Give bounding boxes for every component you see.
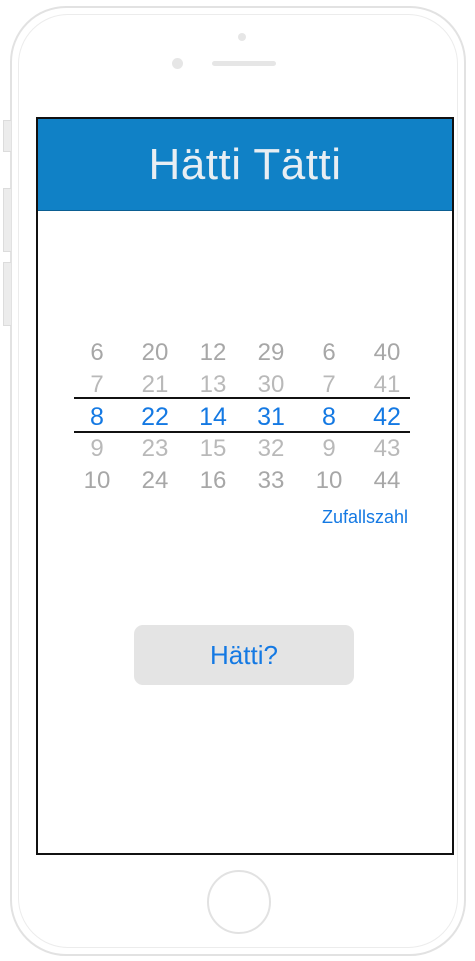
picker-value[interactable]: 9 bbox=[74, 433, 120, 465]
picker-selected-value[interactable]: 8 bbox=[306, 401, 352, 433]
picker-column-5[interactable]: 6 7 8 9 10 bbox=[306, 337, 352, 497]
picker-value[interactable]: 23 bbox=[132, 433, 178, 465]
random-number-button[interactable]: Zufallszahl bbox=[322, 507, 408, 528]
picker-value[interactable]: 33 bbox=[248, 465, 294, 497]
picker-value[interactable]: 43 bbox=[364, 433, 410, 465]
picker-selected-value[interactable]: 14 bbox=[190, 401, 236, 433]
picker-selected-value[interactable]: 42 bbox=[364, 401, 410, 433]
picker-column-4[interactable]: 29 30 31 32 33 bbox=[248, 337, 294, 497]
picker-column-6[interactable]: 40 41 42 43 44 bbox=[364, 337, 410, 497]
volume-down-button bbox=[3, 262, 11, 326]
picker-value[interactable]: 32 bbox=[248, 433, 294, 465]
hatti-button[interactable]: Hätti? bbox=[134, 625, 354, 685]
picker-value[interactable]: 6 bbox=[74, 337, 120, 369]
selection-line-top bbox=[74, 397, 410, 399]
speaker-grille bbox=[212, 61, 276, 66]
picker-selected-value[interactable]: 22 bbox=[132, 401, 178, 433]
sensor-icon bbox=[172, 58, 183, 69]
picker-selected-value[interactable]: 31 bbox=[248, 401, 294, 433]
mute-switch bbox=[3, 120, 11, 152]
picker-value[interactable]: 12 bbox=[190, 337, 236, 369]
picker-value[interactable]: 20 bbox=[132, 337, 178, 369]
picker-value[interactable]: 10 bbox=[74, 465, 120, 497]
picker-column-1[interactable]: 6 7 8 9 10 bbox=[74, 337, 120, 497]
navigation-bar: Hätti Tätti bbox=[38, 119, 452, 211]
volume-up-button bbox=[3, 188, 11, 252]
picker-selected-value[interactable]: 8 bbox=[74, 401, 120, 433]
picker-value[interactable]: 16 bbox=[190, 465, 236, 497]
picker-value[interactable]: 6 bbox=[306, 337, 352, 369]
picker-value[interactable]: 29 bbox=[248, 337, 294, 369]
picker-value[interactable]: 40 bbox=[364, 337, 410, 369]
picker-value[interactable]: 24 bbox=[132, 465, 178, 497]
hatti-button-label: Hätti? bbox=[210, 639, 278, 670]
picker-column-2[interactable]: 20 21 22 23 24 bbox=[132, 337, 178, 497]
home-button[interactable] bbox=[207, 870, 271, 934]
camera-icon bbox=[238, 33, 246, 41]
number-picker[interactable]: 6 7 8 9 10 20 21 22 23 24 12 13 14 15 16… bbox=[74, 337, 414, 513]
picker-value[interactable]: 44 bbox=[364, 465, 410, 497]
selection-line-bottom bbox=[74, 431, 410, 433]
picker-value[interactable]: 10 bbox=[306, 465, 352, 497]
app-title: Hätti Tätti bbox=[148, 139, 342, 189]
app-screen: Hätti Tätti 6 7 8 9 10 20 21 22 23 24 12… bbox=[36, 117, 454, 855]
picker-value[interactable]: 15 bbox=[190, 433, 236, 465]
picker-column-3[interactable]: 12 13 14 15 16 bbox=[190, 337, 236, 497]
picker-value[interactable]: 9 bbox=[306, 433, 352, 465]
